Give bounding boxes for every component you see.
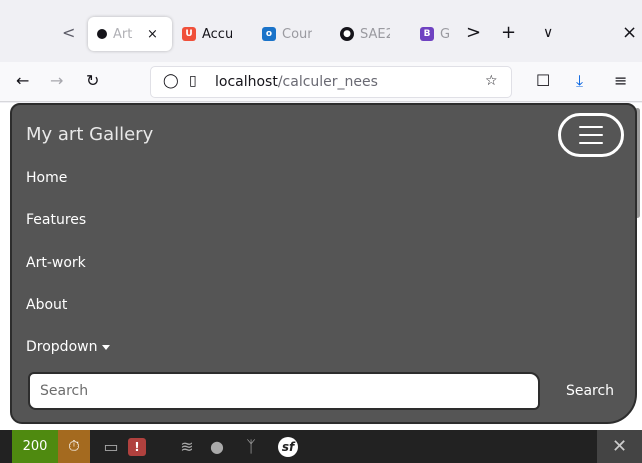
tab-scroll-right-icon[interactable]: > [466,23,481,43]
download-icon[interactable]: ⤓ [576,70,583,92]
tab-strip: < Art × U Accu o Cour ● SAE2 B G > + ∨ × [0,0,642,62]
dot-icon [97,29,107,39]
search-button[interactable]: Search [555,372,625,410]
tab-cour[interactable]: o Cour [262,17,326,51]
nav-link-art-work[interactable]: Art-work [26,255,86,271]
menu-icon[interactable]: ≡ [614,70,627,92]
new-tab-button[interactable]: + [501,23,516,43]
url-path: /calculer_nees [277,74,378,90]
tab-label: Cour [282,26,312,42]
tab-accu[interactable]: U Accu [182,17,250,51]
url-host: localhost [215,74,278,90]
error-alert-icon[interactable]: ! [128,438,146,456]
debug-close-button[interactable]: ✕ [597,430,642,463]
status-code-badge[interactable]: 200 [12,430,58,463]
nav-dropdown-label: Dropdown [26,339,98,355]
memory-icon[interactable]: ▭ [100,430,122,463]
user-icon[interactable]: ● [206,430,228,463]
nav-link-features[interactable]: Features [26,212,86,228]
page-info-icon[interactable]: ▯ [189,73,197,89]
debug-toolbar: 200 ⏱ ▭ ! ≋ ● ᛉ sf ✕ [0,430,642,463]
tab-label: Accu [202,26,232,42]
site-brand[interactable]: My art Gallery [26,124,153,145]
forward-arrow-icon[interactable]: → [50,70,63,92]
nav-link-about[interactable]: About [26,297,67,313]
caret-down-icon [102,344,111,350]
window-close-button[interactable]: × [622,23,637,43]
search-input[interactable] [28,372,540,410]
tab-list-button[interactable]: ∨ [543,23,553,43]
hamburger-icon [579,126,603,150]
tab-label: G [440,26,451,42]
twig-icon[interactable]: ᛉ [240,430,262,463]
symfony-icon[interactable]: sf [278,437,298,457]
pocket-icon[interactable]: ☐ [536,70,550,92]
close-tab-icon[interactable]: × [147,27,158,42]
url-bar[interactable]: ◯ ▯ localhost/calculer_nees ☆ [150,66,512,98]
tracking-shield-icon[interactable]: ◯ [163,73,179,89]
tab-sae2[interactable]: ● SAE2 [340,17,408,51]
browser-window: < Art × U Accu o Cour ● SAE2 B G > + ∨ ×… [0,0,642,463]
navbar-toggler-button[interactable] [558,113,624,157]
url-text[interactable]: localhost/calculer_nees [215,74,378,90]
tab-scroll-left-icon[interactable]: < [62,24,78,42]
layers-icon[interactable]: ≋ [176,430,198,463]
outlook-icon: o [262,27,276,41]
tab-art-gallery[interactable]: Art × [88,17,172,51]
shield-icon: U [182,27,196,41]
back-arrow-icon[interactable]: ← [16,70,29,92]
tab-bootstrap[interactable]: B G [420,17,460,51]
reload-icon[interactable]: ↻ [86,70,99,92]
bootstrap-icon: B [420,27,434,41]
tab-label: SAE2 [360,26,390,42]
timer-icon[interactable]: ⏱ [58,430,90,463]
navigation-toolbar: ← → ↻ ◯ ▯ localhost/calculer_nees ☆ ☐ ⤓ … [0,62,642,102]
nav-link-home[interactable]: Home [26,170,67,186]
bookmark-star-icon[interactable]: ☆ [485,73,498,89]
github-icon: ● [340,27,354,41]
tab-label: Art [113,26,133,42]
nav-dropdown-toggle[interactable]: Dropdown [26,339,111,355]
